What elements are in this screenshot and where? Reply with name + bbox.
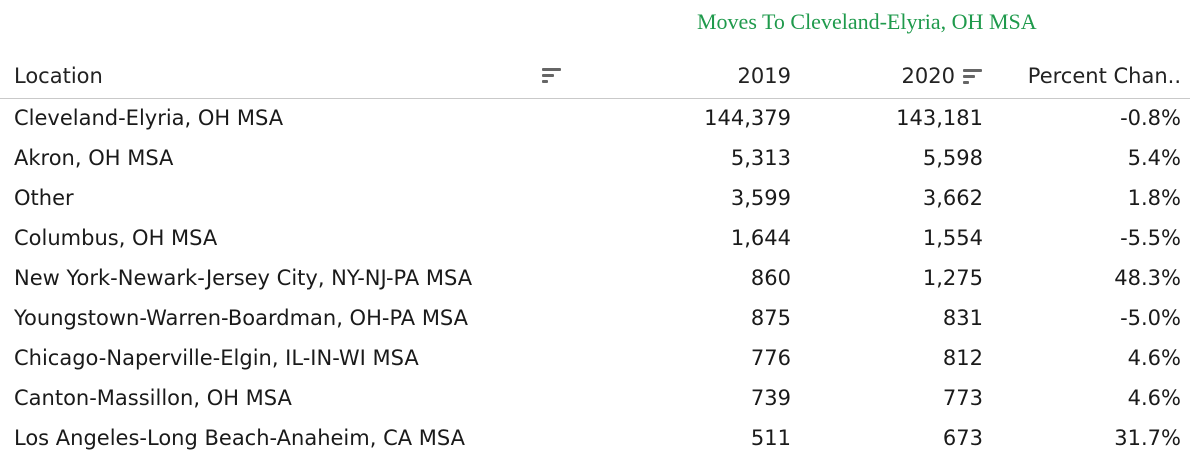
header-2020-label: 2020 bbox=[901, 63, 955, 88]
cell-location: Other bbox=[14, 186, 74, 210]
cell-2019: 511 bbox=[750, 426, 791, 450]
cell-location: Cleveland-Elyria, OH MSA bbox=[14, 106, 284, 131]
cell-2020: 143,181 bbox=[896, 106, 983, 131]
cell-location: Columbus, OH MSA bbox=[14, 226, 218, 250]
cell-2019: 5,313 bbox=[730, 146, 791, 170]
sort-line-2 bbox=[963, 74, 975, 78]
moves-table: Location 2019 2020 Percent Chan.. Clevel… bbox=[0, 54, 1190, 458]
table-body: Cleveland-Elyria, OH MSA 144,379 143,181 -0… bbox=[0, 98, 1190, 458]
header-2019-label: 2019 bbox=[737, 63, 791, 88]
header-location-label: Location bbox=[14, 63, 103, 88]
cell-2020: 3,662 bbox=[922, 186, 983, 210]
cell-2020: 812 bbox=[942, 346, 983, 370]
cell-percent-change: 1.8% bbox=[1127, 186, 1181, 210]
cell-percent-change: -5.0% bbox=[1120, 306, 1181, 330]
cell-2019: 875 bbox=[750, 306, 791, 330]
header-location[interactable]: Location bbox=[0, 54, 599, 98]
cell-2019: 776 bbox=[750, 346, 791, 370]
table-row[interactable]: Chicago-Naperville-Elgin, IL-IN-WI MSA 77… bbox=[0, 338, 1190, 378]
cell-2020: 673 bbox=[942, 426, 983, 450]
cell-location: Akron, OH MSA bbox=[14, 146, 174, 170]
cell-2020: 1,275 bbox=[922, 266, 983, 290]
table-header-group: Moves To Cleveland-Elyria, OH MSA bbox=[0, 0, 1190, 40]
cell-location: Canton-Massillon, OH MSA bbox=[14, 386, 292, 410]
table-row[interactable]: Other 3,599 3,662 1.8% bbox=[0, 178, 1190, 218]
table-row[interactable]: Cleveland-Elyria, OH MSA 144,379 143,181 -0… bbox=[0, 98, 1190, 138]
cell-percent-change: 4.6% bbox=[1127, 346, 1181, 370]
header-percent-label: Percent Chan.. bbox=[1027, 63, 1181, 88]
header-2020-wrap: 2020 bbox=[902, 64, 983, 88]
table-row[interactable]: Columbus, OH MSA 1,644 1,554 -5.5% bbox=[0, 218, 1190, 258]
cell-percent-change: -0.8% bbox=[1120, 106, 1181, 131]
cell-2019: 144,379 bbox=[704, 106, 791, 131]
cell-2019: 1,644 bbox=[730, 226, 791, 250]
cell-percent-change: 4.6% bbox=[1127, 386, 1181, 410]
cell-2019: 860 bbox=[750, 266, 791, 290]
data-table-wrapper: Location 2019 2020 Percent Chan.. Clevel… bbox=[0, 54, 1190, 468]
table-header-row: Location 2019 2020 Percent Chan.. bbox=[0, 54, 1190, 98]
header-percent-change[interactable]: Percent Chan.. bbox=[983, 54, 1190, 98]
cell-2020: 1,554 bbox=[922, 226, 983, 250]
sort-line-3 bbox=[963, 80, 969, 84]
sort-line-1 bbox=[963, 68, 982, 72]
header-2019[interactable]: 2019 bbox=[599, 54, 791, 98]
table-row[interactable]: Youngstown-Warren-Boardman, OH-PA MSA 875… bbox=[0, 298, 1190, 338]
cell-2020: 831 bbox=[942, 306, 983, 330]
cell-2019: 739 bbox=[750, 386, 791, 410]
cell-location: New York-Newark-Jersey City, NY-NJ-PA MS… bbox=[14, 266, 473, 290]
cell-location: Los Angeles-Long Beach-Anaheim, CA MSA bbox=[14, 426, 465, 450]
table-row[interactable]: Canton-Massillon, OH MSA 739 773 4.6% bbox=[0, 378, 1190, 418]
cell-percent-change: 5.4% bbox=[1127, 146, 1181, 170]
cell-percent-change: -5.5% bbox=[1120, 226, 1181, 250]
table-row[interactable]: Los Angeles-Long Beach-Anaheim, CA MSA 51… bbox=[0, 418, 1190, 458]
cell-percent-change: 31.7% bbox=[1114, 426, 1181, 450]
cell-location: Youngstown-Warren-Boardman, OH-PA MSA bbox=[14, 306, 469, 330]
cell-2020: 5,598 bbox=[922, 146, 983, 170]
cell-2019: 3,599 bbox=[730, 186, 791, 210]
sort-2020-icon[interactable] bbox=[963, 67, 983, 85]
cell-percent-change: 48.3% bbox=[1114, 266, 1181, 290]
table-row[interactable]: Akron, OH MSA 5,313 5,598 5.4% bbox=[0, 138, 1190, 178]
cell-location: Chicago-Naperville-Elgin, IL-IN-WI MSA bbox=[14, 346, 419, 370]
cell-2020: 773 bbox=[942, 386, 983, 410]
header-2020[interactable]: 2020 bbox=[791, 54, 983, 98]
table-title: Moves To Cleveland-Elyria, OH MSA bbox=[697, 9, 1037, 34]
table-row[interactable]: New York-Newark-Jersey City, NY-NJ-PA MS… bbox=[0, 258, 1190, 298]
